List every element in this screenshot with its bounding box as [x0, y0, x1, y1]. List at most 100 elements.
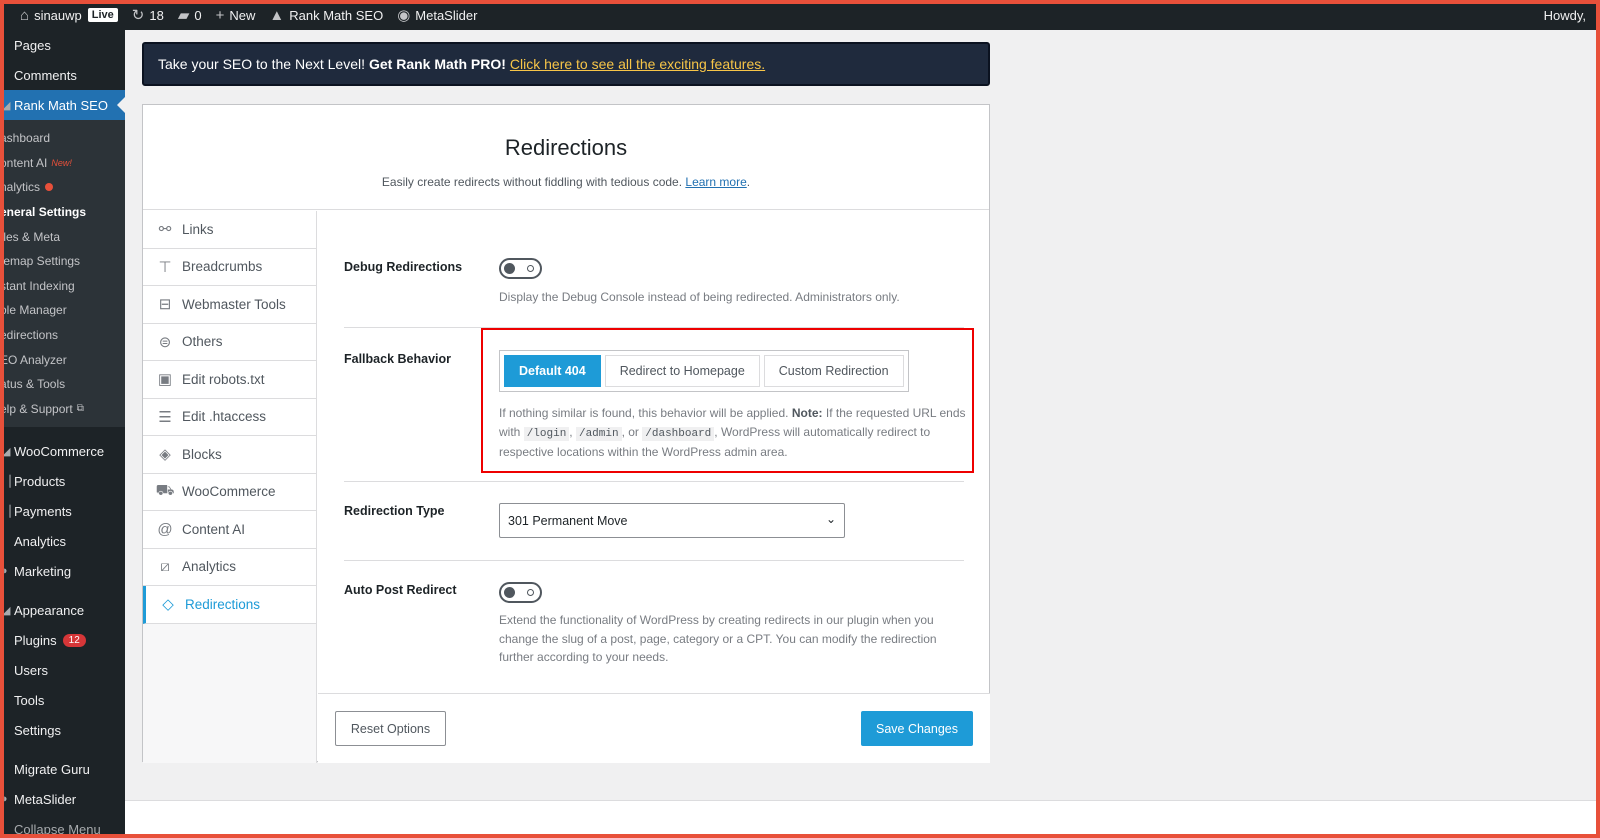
menu-products[interactable]: ▕ Products	[0, 466, 125, 496]
menu-payments[interactable]: ▕ Payments	[0, 496, 125, 526]
redirect-icon: ◇	[162, 596, 174, 614]
pro-promo-banner: Take your SEO to the Next Level! Get Ran…	[142, 42, 990, 86]
tab-webmaster-tools[interactable]: ⊟ Webmaster Tools	[143, 286, 316, 324]
reset-options-button[interactable]: Reset Options	[335, 711, 446, 746]
card-header: Redirections Easily create redirects wit…	[143, 105, 989, 210]
payments-icon: ▕	[2, 505, 11, 518]
submenu-titles-meta[interactable]: tles & Meta	[0, 224, 125, 249]
alert-dot	[45, 183, 54, 192]
metaslider-menu-icon: ◗	[2, 793, 9, 806]
document-icon: ☰	[158, 408, 172, 426]
page-subtitle: Easily create redirects without fiddling…	[381, 175, 751, 189]
page-footer-strip	[125, 800, 1600, 838]
main-content: Take your SEO to the Next Level! Get Ran…	[125, 30, 1600, 838]
menu-marketing[interactable]: ◗ Marketing	[0, 556, 125, 586]
fallback-options: Default 404 Redirect to Homepage Custom …	[499, 350, 909, 392]
submenu-seo-analyzer[interactable]: EO Analyzer	[0, 347, 125, 372]
rankmath-submenu: ashboard ontent AI New! nalytics eneral S…	[0, 120, 125, 428]
submenu-instant-indexing[interactable]: stant Indexing	[0, 274, 125, 299]
save-changes-button[interactable]: Save Changes	[861, 711, 973, 746]
comments-link[interactable]: ▰ 0	[171, 0, 209, 30]
tab-woocommerce[interactable]: ⛟ WooCommerce	[143, 473, 316, 511]
tab-analytics[interactable]: ⧄ Analytics	[143, 548, 316, 586]
tab-blocks[interactable]: ◈ Blocks	[143, 436, 316, 474]
tab-edit-robots[interactable]: ▣ Edit robots.txt	[143, 361, 316, 399]
submenu-dashboard[interactable]: ashboard	[0, 126, 125, 151]
debug-label: Debug Redirections	[344, 260, 463, 274]
metaslider-adminbar-link[interactable]: ◉ MetaSlider	[390, 0, 484, 30]
woocommerce-icon: ◢	[2, 445, 11, 458]
updates-link[interactable]: ↻ 18	[125, 0, 171, 30]
submenu-role-manager[interactable]: ole Manager	[0, 298, 125, 323]
plus-icon: +	[215, 6, 225, 24]
pro-features-link[interactable]: Click here to see all the exciting featu…	[510, 56, 765, 72]
settings-card: Redirections Easily create redirects wit…	[142, 104, 990, 763]
fallback-homepage-button[interactable]: Redirect to Homepage	[604, 355, 760, 387]
auto-post-description: Extend the functionality of WordPress by…	[499, 613, 937, 664]
debug-toggle[interactable]	[499, 258, 542, 279]
tab-redirections[interactable]: ◇ Redirections	[143, 586, 316, 624]
toolbox-icon: ⊟	[158, 296, 172, 314]
menu-metaslider[interactable]: ◗ MetaSlider	[0, 784, 125, 814]
submenu-status-tools[interactable]: atus & Tools	[0, 372, 125, 397]
menu-pages[interactable]: Pages	[0, 30, 125, 60]
marketing-icon: ◗	[2, 565, 9, 578]
submenu-general-settings[interactable]: eneral Settings	[0, 200, 125, 225]
menu-collapse[interactable]: Collapse Menu	[0, 814, 125, 838]
tab-edit-htaccess[interactable]: ☰ Edit .htaccess	[143, 398, 316, 436]
divider	[344, 481, 964, 482]
settings-content: Debug Redirections Display the Debug Con…	[318, 211, 990, 693]
submenu-help-support[interactable]: elp & Support ⧉	[0, 397, 125, 422]
blocks-icon: ◈	[159, 446, 171, 464]
plugins-update-badge: 12	[62, 633, 86, 647]
submenu-sitemap-settings[interactable]: temap Settings	[0, 249, 125, 274]
new-tag: New!	[51, 157, 72, 168]
products-icon: ▕	[2, 475, 11, 488]
auto-post-label: Auto Post Redirect	[344, 583, 457, 597]
rankmath-icon: ▲	[269, 6, 285, 24]
rankmath-adminbar-link[interactable]: ▲ Rank Math SEO	[262, 0, 390, 30]
learn-more-link[interactable]: Learn more	[685, 175, 746, 189]
tab-content-ai[interactable]: @ Content AI	[143, 511, 316, 549]
submenu-content-ai[interactable]: ontent AI New!	[0, 151, 125, 176]
fallback-default-404-button[interactable]: Default 404	[504, 355, 601, 387]
menu-rankmath[interactable]: ◢ Rank Math SEO	[0, 90, 125, 120]
menu-settings[interactable]: Settings	[0, 715, 125, 745]
user-menu[interactable]: Howdy,	[1544, 0, 1586, 30]
menu-tools[interactable]: Tools	[0, 685, 125, 715]
menu-comments[interactable]: Comments	[0, 60, 125, 90]
menu-plugins[interactable]: Plugins 12	[0, 625, 125, 655]
tab-breadcrumbs[interactable]: ⊤ Breadcrumbs	[143, 248, 316, 286]
menu-appearance[interactable]: ◢ Appearance	[0, 595, 125, 625]
metaslider-icon: ◉	[397, 7, 411, 24]
auto-post-toggle[interactable]	[499, 582, 542, 603]
chevron-down-icon: ⌄	[825, 512, 836, 526]
chart-icon: ⧄	[160, 558, 170, 576]
appearance-icon: ◢	[2, 604, 11, 617]
fallback-custom-button[interactable]: Custom Redirection	[763, 355, 904, 387]
redirection-type-label: Redirection Type	[344, 504, 445, 518]
menu-migrate-guru[interactable]: Migrate Guru	[0, 754, 125, 784]
home-icon: ⌂	[20, 6, 30, 24]
site-name-link[interactable]: ⌂ sinauwp Live	[0, 0, 125, 30]
settings-tabs: ⚯ Links ⊤ Breadcrumbs ⊟ Webmaster Tools ⊜ Ot…	[143, 211, 317, 763]
card-footer: Reset Options Save Changes	[318, 693, 990, 763]
rankmath-menu-icon: ◢	[2, 99, 11, 112]
menu-analytics[interactable]: Analytics	[0, 526, 125, 556]
new-content-link[interactable]: + New	[209, 0, 263, 30]
redirection-type-select[interactable]: 301 Permanent Move ⌄	[499, 503, 845, 538]
admin-sidebar: Pages Comments ◢ Rank Math SEO ashboard o…	[0, 30, 125, 838]
fallback-description: If nothing similar is found, this behavi…	[499, 406, 966, 459]
tab-links[interactable]: ⚯ Links	[143, 211, 316, 249]
submenu-analytics[interactable]: nalytics	[0, 175, 125, 200]
submenu-redirections[interactable]: edirections	[0, 323, 125, 348]
tab-others[interactable]: ⊜ Others	[143, 323, 316, 361]
signpost-icon: ⊤	[158, 258, 172, 276]
at-icon: @	[157, 520, 173, 538]
debug-description: Display the Debug Console instead of bei…	[499, 290, 900, 304]
updates-icon: ↻	[131, 7, 145, 24]
menu-woocommerce[interactable]: ◢ WooCommerce	[0, 436, 125, 466]
admin-bar: ⌂ sinauwp Live ↻ 18 ▰ 0 + New ▲ Rank Mat…	[0, 0, 1600, 30]
external-link-icon: ⧉	[76, 403, 84, 415]
menu-users[interactable]: Users	[0, 655, 125, 685]
